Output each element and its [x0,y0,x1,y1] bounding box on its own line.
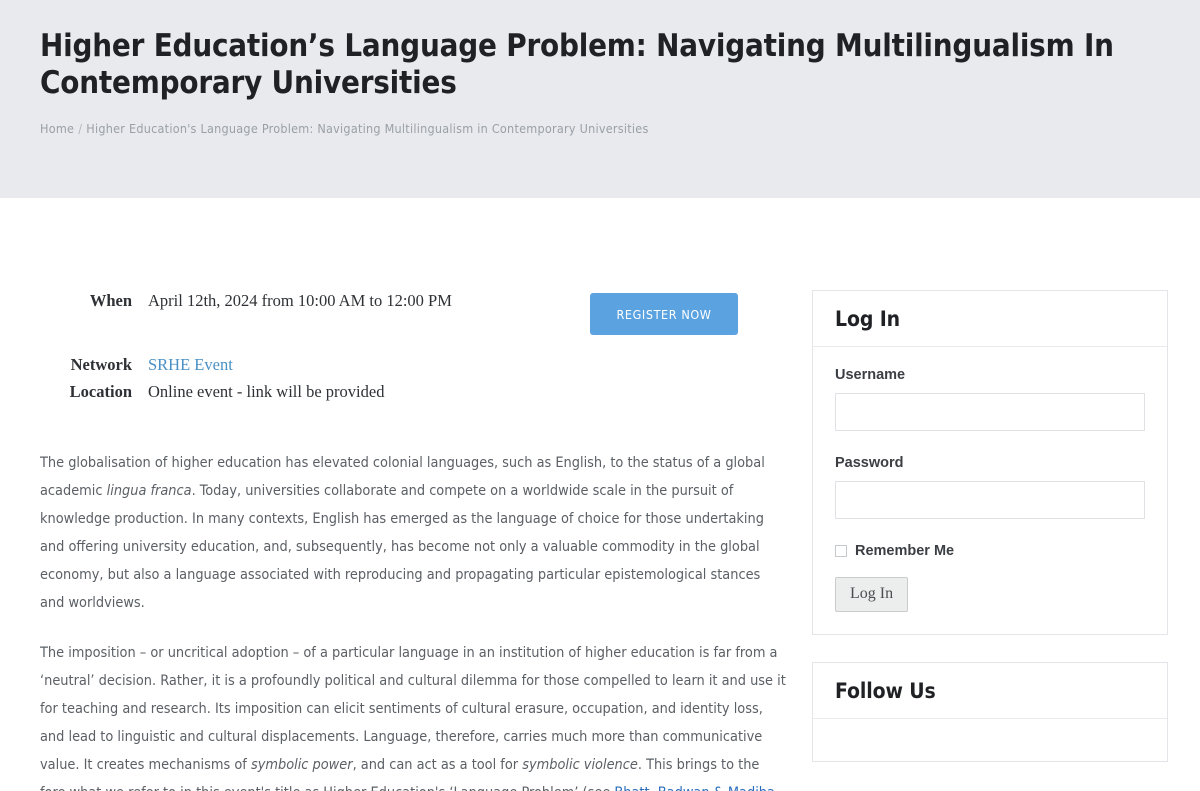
meta-spacer-row [40,316,580,354]
content-wrap: When April 12th, 2024 from 10:00 AM to 1… [0,198,1200,791]
page-header: Higher Education’s Language Problem: Nav… [0,0,1200,198]
article-body: The globalisation of higher education ha… [40,449,788,791]
p2-text-a: The imposition – or uncritical adoption … [40,644,786,773]
main-column: When April 12th, 2024 from 10:00 AM to 1… [40,198,800,791]
p2-text-b: , and can act as a tool for [352,756,523,773]
login-panel-header: Log In [813,291,1167,347]
event-location-row: Location Online event - link will be pro… [40,381,580,407]
login-panel-title: Log In [835,307,900,331]
event-summary: When April 12th, 2024 from 10:00 AM to 1… [40,290,800,407]
event-when-value: April 12th, 2024 from 10:00 AM to 12:00 … [148,291,452,310]
page-title: Higher Education’s Language Problem: Nav… [40,28,1114,101]
p1-emphasis-lingua-franca: lingua franca [106,482,192,499]
event-location-label: Location [69,381,132,401]
sidebar: Log In Username Password Remember Me Log… [812,198,1168,789]
follow-us-panel: Follow Us [812,662,1168,762]
breadcrumb-home-link[interactable]: Home [40,121,74,136]
event-network-row: Network SRHE Event [40,354,580,380]
event-location-value: Online event - link will be provided [148,381,385,401]
username-label: Username [835,367,906,383]
login-submit-button[interactable]: Log In [835,577,909,612]
follow-us-panel-title: Follow Us [835,679,936,703]
p1-text-b: . Today, universities collaborate and co… [40,482,764,611]
p2-emphasis-symbolic-violence: symbolic violence [522,756,638,773]
article-paragraph-1: The globalisation of higher education ha… [40,449,788,617]
srhe-event-link[interactable]: SRHE Event [148,355,233,374]
remember-me-row[interactable]: Remember Me [835,543,1145,559]
breadcrumb: Home / Higher Education's Language Problem… [40,121,1160,136]
remember-me-label: Remember Me [855,543,955,559]
login-panel: Log In Username Password Remember Me Log… [812,290,1168,635]
follow-us-panel-header: Follow Us [813,663,1167,719]
breadcrumb-separator: / [78,121,83,137]
meta-spacer-cell [40,316,580,354]
article-paragraph-2: The imposition – or uncritical adoption … [40,639,788,791]
p2-emphasis-symbolic-power: symbolic power [250,756,353,773]
event-network-label: Network [70,355,132,375]
password-input[interactable] [835,481,1145,519]
follow-us-panel-body [813,719,1167,761]
event-network-value: SRHE Event [148,354,580,380]
login-panel-body: Username Password Remember Me Log In [813,347,1167,634]
event-when-row: When April 12th, 2024 from 10:00 AM to 1… [40,290,580,316]
remember-me-checkbox[interactable] [835,545,847,557]
register-now-button[interactable]: REGISTER NOW [590,293,738,335]
breadcrumb-current: Higher Education's Language Problem: Nav… [86,121,649,137]
username-input[interactable] [835,393,1145,431]
event-when-label: When [89,291,132,310]
password-label: Password [835,455,904,471]
event-meta-table: When April 12th, 2024 from 10:00 AM to 1… [40,290,580,407]
